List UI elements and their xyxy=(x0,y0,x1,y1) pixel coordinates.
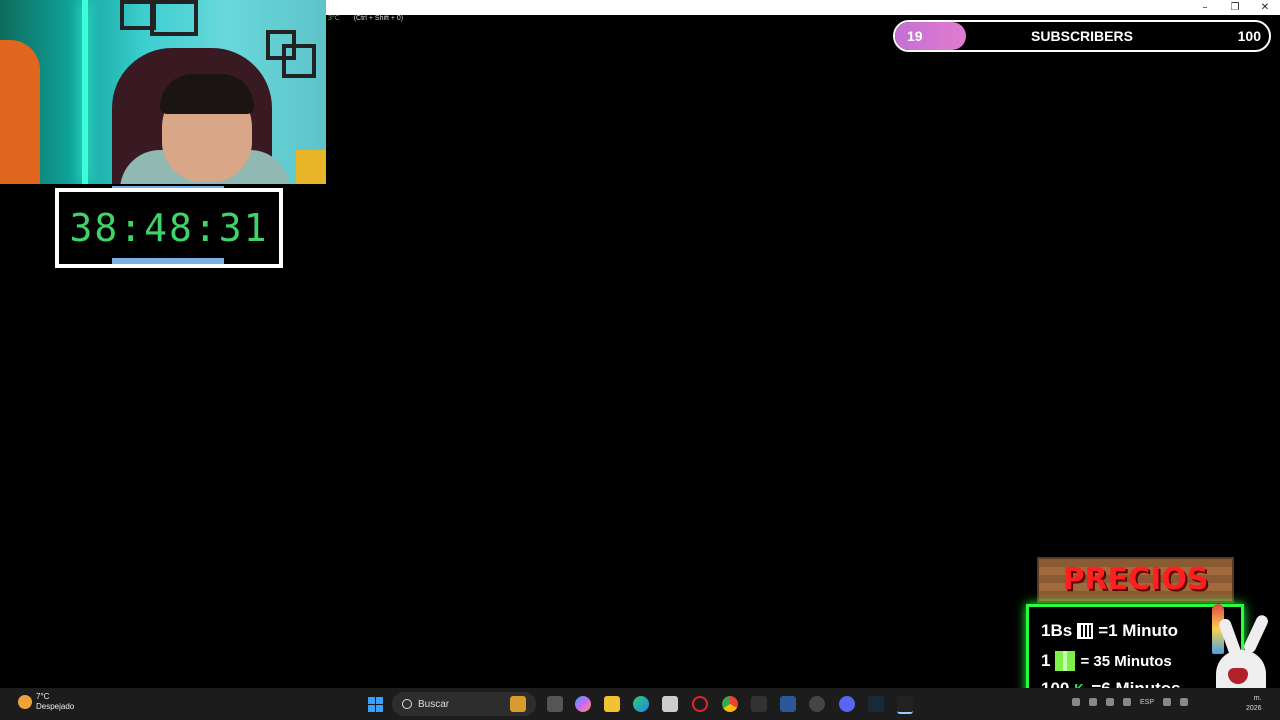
steam-like-icon[interactable] xyxy=(809,696,825,712)
webcam-feed xyxy=(0,0,326,184)
gift-icon xyxy=(1055,651,1076,671)
clock-line2: 2026 xyxy=(1246,705,1262,712)
capcut-icon[interactable] xyxy=(751,696,767,712)
timer-tab-bottom xyxy=(112,258,224,264)
weather-text: 7°C Despejado xyxy=(36,692,74,712)
maximize-button[interactable]: ❐ xyxy=(1220,0,1250,15)
weather-condition: Despejado xyxy=(36,702,75,711)
price-value: = 35 Minutos xyxy=(1080,652,1172,670)
wall-frame xyxy=(150,0,198,36)
subscriber-goal: 100 xyxy=(1237,28,1261,44)
streamer-hair xyxy=(160,74,254,114)
weather-icon xyxy=(18,695,32,709)
store-icon[interactable] xyxy=(662,696,678,712)
search-icon xyxy=(402,699,412,709)
webcam-decor xyxy=(0,40,40,184)
hotkey-shortcut: (Ctrl + Shift + 0) xyxy=(353,15,404,22)
timer-value: 38:48:31 xyxy=(69,206,269,250)
copilot-icon[interactable] xyxy=(575,696,591,712)
crown-app-icon[interactable] xyxy=(510,696,526,712)
precios-title: PRECIOS xyxy=(1062,562,1209,597)
system-tray: ESP xyxy=(1072,698,1189,706)
volume-icon[interactable] xyxy=(1180,698,1189,706)
webcam-decor xyxy=(296,150,326,184)
precios-sign: PRECIOS xyxy=(1037,557,1234,603)
webcam-led-strip xyxy=(82,0,88,184)
price-amount: 1 xyxy=(1041,651,1051,670)
chrome-icon[interactable] xyxy=(722,696,738,712)
wall-frame xyxy=(282,44,316,78)
close-button[interactable]: ✕ xyxy=(1250,0,1280,15)
opera-icon[interactable] xyxy=(692,696,708,712)
edge-icon[interactable] xyxy=(633,696,649,712)
taskview-icon[interactable] xyxy=(547,696,563,712)
qr-icon xyxy=(1077,623,1094,639)
language-indicator[interactable]: ESP xyxy=(1140,699,1154,706)
network-icon[interactable] xyxy=(1089,698,1097,706)
discord-icon[interactable] xyxy=(839,696,855,712)
subscriber-label: SUBSCRIBERS xyxy=(1031,28,1133,44)
taskbar: 7°C Despejado Buscar ESP m. 2026 xyxy=(0,688,1280,720)
price-row: 1 = 35 Minutos xyxy=(1041,651,1172,671)
clock[interactable]: m. 2026 xyxy=(1246,694,1262,714)
chevron-up-icon[interactable] xyxy=(1072,698,1080,706)
minimize-button[interactable]: – xyxy=(1190,0,1220,15)
window-controls: – ❐ ✕ xyxy=(1190,0,1280,15)
price-amount: 1Bs xyxy=(1041,621,1073,640)
wifi-icon[interactable] xyxy=(1163,698,1172,706)
steam-icon[interactable] xyxy=(868,696,884,712)
word-icon[interactable] xyxy=(780,696,796,712)
file-explorer-icon[interactable] xyxy=(604,696,620,712)
mic-icon[interactable] xyxy=(1123,698,1131,706)
sync-icon[interactable] xyxy=(1106,698,1114,706)
start-icon[interactable] xyxy=(368,697,383,712)
weather-temp: 7°C xyxy=(36,692,50,701)
search-placeholder: Buscar xyxy=(418,698,450,710)
obs-icon[interactable] xyxy=(897,696,913,714)
price-row: 1Bs =1 Minuto xyxy=(1041,621,1178,641)
weather-widget[interactable]: 7°C Despejado xyxy=(18,692,74,712)
hotkey-temp: 3°C xyxy=(328,15,340,22)
subscriber-goal-bar: 19 SUBSCRIBERS 100 xyxy=(893,20,1271,52)
clock-line1: m. xyxy=(1253,695,1262,702)
stream-timer: 38:48:31 xyxy=(55,188,283,268)
hotkey-hint: 3°C (Ctrl + Shift + 0) xyxy=(328,15,403,22)
price-value: =1 Minuto xyxy=(1098,621,1178,640)
